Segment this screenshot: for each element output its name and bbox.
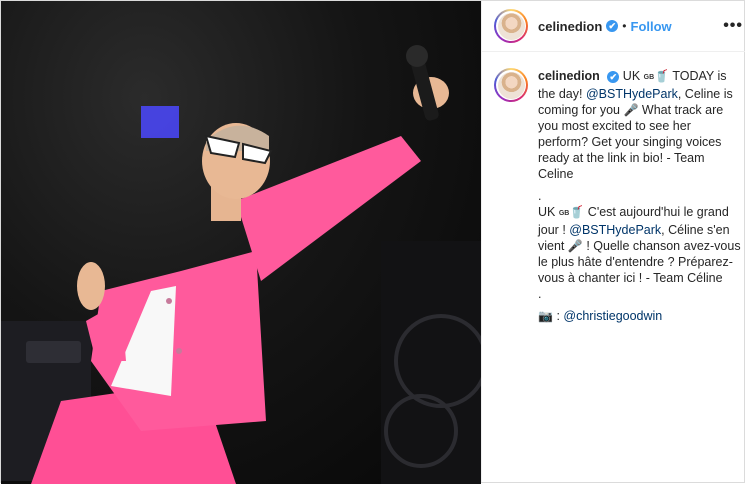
follow-button[interactable]: Follow <box>631 19 672 34</box>
drink-emoji-icon: 🥤 <box>569 205 585 219</box>
performer-illustration <box>1 45 481 484</box>
flag-gb-icon: GB <box>558 210 570 217</box>
jacket-sleeve-left <box>86 301 126 361</box>
avatar[interactable] <box>494 9 528 43</box>
drink-emoji-icon: 🥤 <box>654 69 670 83</box>
post-side-panel: celinedion ✔ • Follow ••• celinedion ✔ U… <box>481 1 745 482</box>
photo-credit-link[interactable]: @christiegoodwin <box>563 309 662 323</box>
stage-equipment-panel <box>26 341 81 363</box>
microphone-head <box>406 45 428 67</box>
jacket-button <box>176 348 182 354</box>
microphone-icon: 🎤 <box>567 239 583 253</box>
camera-icon: 📷 <box>538 309 553 323</box>
caption-text: celinedion ✔ UK GB🥤 TODAY is the day! @B… <box>538 68 743 324</box>
verified-icon: ✔ <box>607 71 620 83</box>
avatar-image <box>497 71 525 99</box>
mention-link[interactable]: @BSTHydePark <box>569 223 661 237</box>
header-username[interactable]: celinedion <box>538 19 602 34</box>
caption-dot: . <box>538 287 542 301</box>
microphone-icon: 🎤 <box>623 103 639 117</box>
caption-dot: . <box>538 189 542 203</box>
caption-country: UK <box>622 69 641 83</box>
header-separator: • <box>622 19 627 33</box>
more-options-icon[interactable]: ••• <box>723 17 743 35</box>
stage-light <box>141 106 179 138</box>
left-hand <box>77 262 105 310</box>
verified-icon: ✔ <box>606 20 619 32</box>
caption-avatar[interactable] <box>494 68 528 102</box>
instagram-post: celinedion ✔ • Follow ••• celinedion ✔ U… <box>0 0 745 484</box>
caption-country: UK <box>538 205 556 219</box>
jacket-button <box>166 298 172 304</box>
flag-gb-icon: GB <box>643 74 655 81</box>
caption-username[interactable]: celinedion <box>538 69 600 83</box>
caption-comment: celinedion ✔ UK GB🥤 TODAY is the day! @B… <box>482 52 745 324</box>
post-header: celinedion ✔ • Follow ••• <box>482 1 745 52</box>
post-photo[interactable] <box>1 1 481 484</box>
avatar-image <box>497 12 525 40</box>
credit-separator: : <box>556 309 560 323</box>
mention-link[interactable]: @BSTHydePark <box>586 87 678 101</box>
